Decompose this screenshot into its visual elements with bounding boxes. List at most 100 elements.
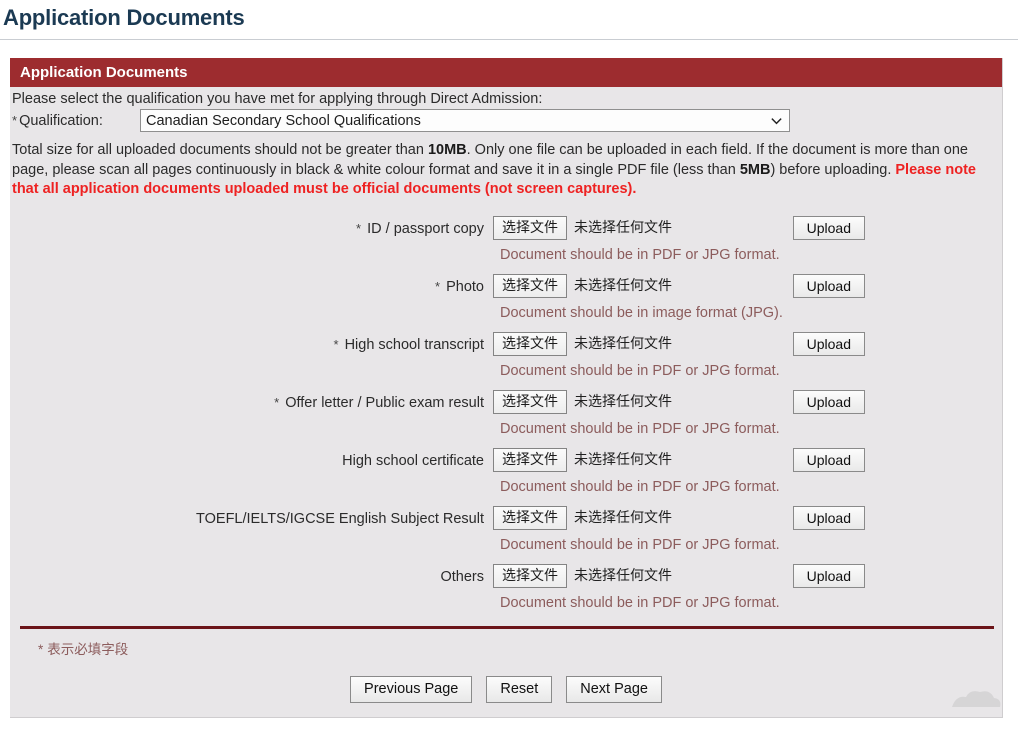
- upload-button[interactable]: Upload: [792, 506, 865, 530]
- upload-row-hint: Document should be in image format (JPG)…: [500, 304, 783, 321]
- upload-row: * Photo 选择文件 未选择任何文件 Upload Document sho…: [10, 274, 1002, 332]
- upload-row-hint: Document should be in PDF or JPG format.: [500, 420, 780, 437]
- upload-row-controls: 选择文件 未选择任何文件 Upload Document should be i…: [493, 390, 1002, 437]
- panel-header-title: Application Documents: [10, 58, 1002, 87]
- file-input[interactable]: 选择文件 未选择任何文件: [493, 448, 672, 472]
- selected-file-name: 未选择任何文件: [574, 452, 672, 468]
- upload-row-hint: Document should be in PDF or JPG format.: [500, 594, 780, 611]
- file-input[interactable]: 选择文件 未选择任何文件: [493, 274, 672, 298]
- upload-row-label-text: Others: [440, 568, 484, 585]
- qualification-row: * Qualification: Canadian Secondary Schoo…: [10, 107, 1002, 132]
- upload-row-controls: 选择文件 未选择任何文件 Upload Document should be i…: [493, 564, 1002, 611]
- page-root: Application Documents Application Docume…: [0, 0, 1018, 737]
- upload-row-label-text: Offer letter / Public exam result: [285, 394, 484, 411]
- choose-file-button[interactable]: 选择文件: [493, 448, 567, 472]
- upload-row-hint: Document should be in PDF or JPG format.: [500, 536, 780, 553]
- upload-row-label: * Offer letter / Public exam result: [10, 390, 493, 412]
- upload-row: Others 选择文件 未选择任何文件 Upload Document shou…: [10, 564, 1002, 622]
- upload-rows-container: * ID / passport copy 选择文件 未选择任何文件 Upload…: [10, 216, 1002, 622]
- required-asterisk: *: [274, 394, 280, 410]
- required-field-note: * 表示必填字段: [10, 629, 1002, 658]
- upload-button[interactable]: Upload: [792, 216, 865, 240]
- upload-row-label-text: High school transcript: [344, 336, 484, 353]
- notice-total-limit: 10MB: [427, 142, 467, 158]
- upload-row: * Offer letter / Public exam result 选择文件…: [10, 390, 1002, 448]
- file-line: 选择文件 未选择任何文件 Upload: [493, 390, 1002, 415]
- upload-row: * High school transcript 选择文件 未选择任何文件 Up…: [10, 332, 1002, 390]
- selected-file-name: 未选择任何文件: [574, 568, 672, 584]
- required-asterisk: *: [356, 220, 362, 236]
- file-line: 选择文件 未选择任何文件 Upload: [493, 332, 1002, 357]
- upload-row-controls: 选择文件 未选择任何文件 Upload Document should be i…: [493, 506, 1002, 553]
- upload-row-label-text: Photo: [446, 278, 484, 295]
- required-asterisk: *: [435, 278, 441, 294]
- file-line: 选择文件 未选择任何文件 Upload: [493, 448, 1002, 473]
- notice-part3: ) before uploading.: [770, 161, 896, 178]
- navigation-buttons: Previous Page Reset Next Page: [10, 658, 1002, 717]
- selected-file-name: 未选择任何文件: [574, 220, 672, 236]
- upload-row: TOEFL/IELTS/IGCSE English Subject Result…: [10, 506, 1002, 564]
- qualification-label: * Qualification:: [12, 113, 140, 129]
- chevron-down-icon: [771, 117, 782, 124]
- required-asterisk: *: [12, 112, 18, 128]
- upload-row: High school certificate 选择文件 未选择任何文件 Upl…: [10, 448, 1002, 506]
- choose-file-button[interactable]: 选择文件: [493, 564, 567, 588]
- file-input[interactable]: 选择文件 未选择任何文件: [493, 564, 672, 588]
- choose-file-button[interactable]: 选择文件: [493, 390, 567, 414]
- upload-row-hint: Document should be in PDF or JPG format.: [500, 246, 780, 263]
- upload-row-hint: Document should be in PDF or JPG format.: [500, 478, 780, 495]
- qualification-select[interactable]: Canadian Secondary School Qualifications: [140, 109, 790, 132]
- upload-row-label-text: TOEFL/IELTS/IGCSE English Subject Result: [196, 510, 484, 527]
- choose-file-button[interactable]: 选择文件: [493, 332, 567, 356]
- qualification-select-value: Canadian Secondary School Qualifications: [146, 112, 421, 129]
- required-asterisk: *: [333, 336, 339, 352]
- file-input[interactable]: 选择文件 未选择任何文件: [493, 390, 672, 414]
- qualification-intro: Please select the qualification you have…: [12, 91, 543, 107]
- file-input[interactable]: 选择文件 未选择任何文件: [493, 332, 672, 356]
- upload-row: * ID / passport copy 选择文件 未选择任何文件 Upload…: [10, 216, 1002, 274]
- file-line: 选择文件 未选择任何文件 Upload: [493, 506, 1002, 531]
- notice-single-limit: 5MB: [739, 161, 771, 178]
- reset-button[interactable]: Reset: [486, 675, 553, 703]
- previous-page-button[interactable]: Previous Page: [350, 675, 473, 703]
- upload-button[interactable]: Upload: [792, 274, 865, 298]
- upload-row-label: High school certificate: [10, 448, 493, 470]
- upload-row-label: * High school transcript: [10, 332, 493, 354]
- upload-row-label-text: ID / passport copy: [367, 220, 484, 237]
- upload-button[interactable]: Upload: [792, 332, 865, 356]
- choose-file-button[interactable]: 选择文件: [493, 274, 567, 298]
- choose-file-button[interactable]: 选择文件: [493, 216, 567, 240]
- upload-row-controls: 选择文件 未选择任何文件 Upload Document should be i…: [493, 274, 1002, 321]
- file-input[interactable]: 选择文件 未选择任何文件: [493, 506, 672, 530]
- title-divider: [0, 39, 1018, 40]
- upload-row-label: * Photo: [10, 274, 493, 296]
- panel-body: Please select the qualification you have…: [10, 87, 1002, 717]
- file-line: 选择文件 未选择任何文件 Upload: [493, 216, 1002, 241]
- page-title: Application Documents: [3, 5, 245, 30]
- required-asterisk: *: [38, 641, 44, 657]
- choose-file-button[interactable]: 选择文件: [493, 506, 567, 530]
- selected-file-name: 未选择任何文件: [574, 394, 672, 410]
- upload-row-label-text: High school certificate: [342, 452, 484, 469]
- file-input[interactable]: 选择文件 未选择任何文件: [493, 216, 672, 240]
- upload-row-controls: 选择文件 未选择任何文件 Upload Document should be i…: [493, 448, 1002, 495]
- selected-file-name: 未选择任何文件: [574, 510, 672, 526]
- upload-button[interactable]: Upload: [792, 390, 865, 414]
- required-field-note-text: 表示必填字段: [47, 641, 129, 657]
- selected-file-name: 未选择任何文件: [574, 278, 672, 294]
- upload-button[interactable]: Upload: [792, 448, 865, 472]
- upload-notice: Total size for all uploaded documents sh…: [10, 132, 1002, 200]
- next-page-button[interactable]: Next Page: [566, 675, 662, 703]
- upload-row-controls: 选择文件 未选择任何文件 Upload Document should be i…: [493, 216, 1002, 263]
- qualification-label-text: Qualification:: [19, 112, 103, 129]
- application-documents-panel: Application Documents Please select the …: [10, 58, 1003, 718]
- upload-button[interactable]: Upload: [792, 564, 865, 588]
- file-line: 选择文件 未选择任何文件 Upload: [493, 564, 1002, 589]
- upload-row-controls: 选择文件 未选择任何文件 Upload Document should be i…: [493, 332, 1002, 379]
- upload-row-label: * ID / passport copy: [10, 216, 493, 238]
- selected-file-name: 未选择任何文件: [574, 336, 672, 352]
- upload-row-label: TOEFL/IELTS/IGCSE English Subject Result: [10, 506, 493, 528]
- upload-row-hint: Document should be in PDF or JPG format.: [500, 362, 780, 379]
- notice-part1: Total size for all uploaded documents sh…: [12, 142, 428, 158]
- file-line: 选择文件 未选择任何文件 Upload: [493, 274, 1002, 299]
